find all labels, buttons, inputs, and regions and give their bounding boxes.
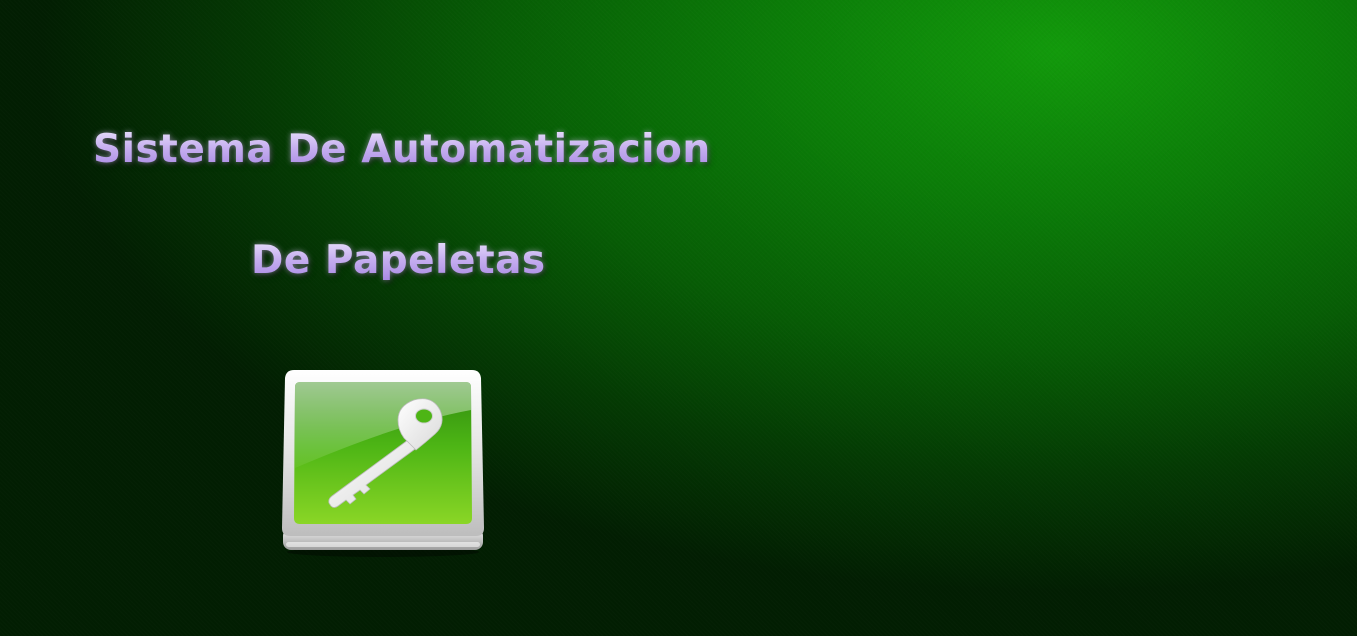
key-icon — [282, 370, 484, 557]
key-button[interactable] — [280, 368, 486, 558]
background-texture — [0, 0, 1357, 636]
title-line-1: Sistema De Automatizacion — [93, 127, 711, 172]
title-line-2: De Papeletas — [251, 238, 546, 283]
